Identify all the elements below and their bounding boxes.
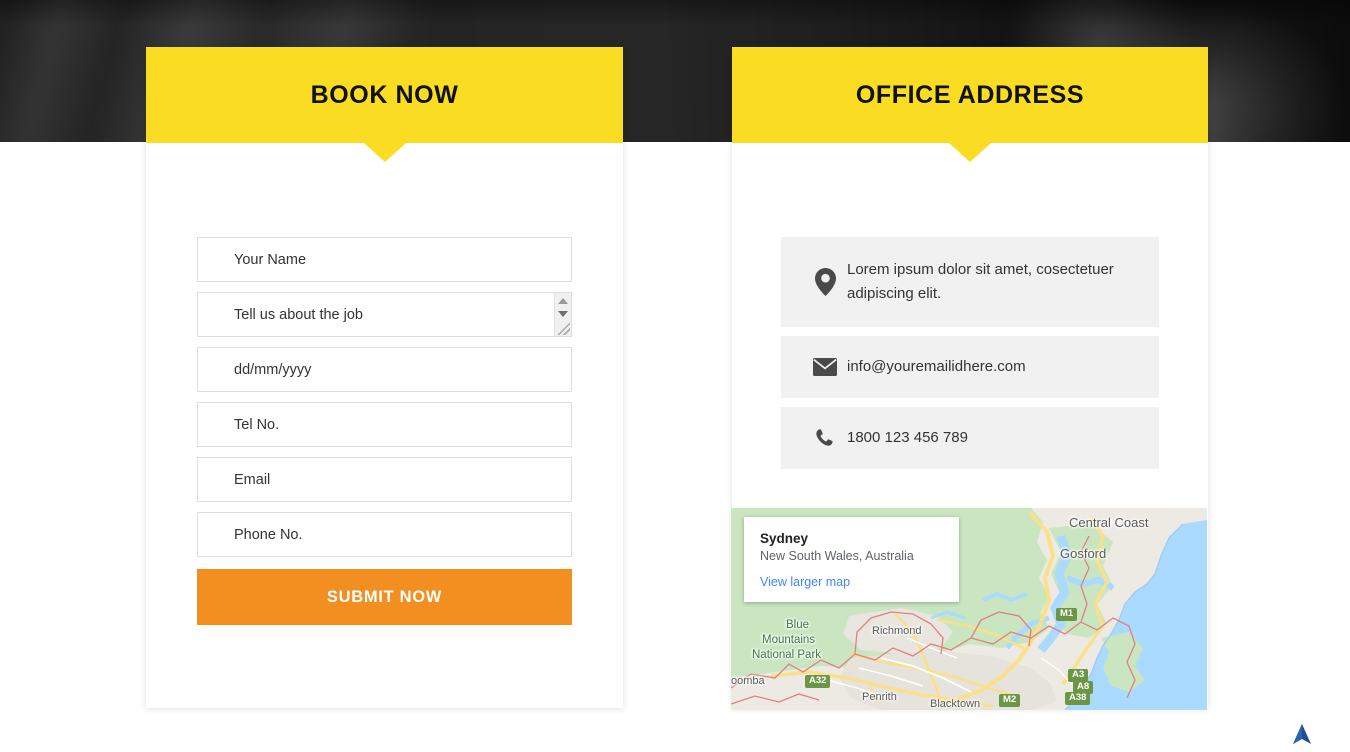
textarea-scrollbar[interactable] [554, 293, 571, 336]
envelope-icon [803, 358, 847, 376]
phone-row: 1800 123 456 789 [781, 407, 1159, 469]
submit-now-button[interactable]: SUBMIT NOW [197, 569, 572, 625]
map-location-region: New South Wales, Australia [760, 549, 914, 563]
date-input[interactable]: dd/mm/yyyy [197, 347, 572, 392]
map-place-label: Central Coast [1069, 515, 1149, 530]
office-panel-title: OFFICE ADDRESS [855, 80, 1085, 109]
booking-form: Your Name Tell us about the job dd/mm/yy… [146, 143, 623, 625]
scroll-down-arrow-icon[interactable] [558, 311, 568, 317]
address-text: Lorem ipsum dolor sit amet, cosectetuer … [847, 260, 1114, 302]
office-contact-list: Lorem ipsum dolor sit amet, cosectetuer … [732, 143, 1208, 469]
map-park-label: Mountains [762, 634, 816, 646]
email-row: info@youremailidhere.com [781, 336, 1159, 398]
textarea-resize-handle-icon[interactable] [558, 323, 570, 335]
email-input[interactable]: Email [197, 457, 572, 502]
map-place-label: oomba [731, 675, 765, 687]
office-panel-header: OFFICE ADDRESS [732, 47, 1208, 162]
your-name-input[interactable]: Your Name [197, 237, 572, 282]
header-notch-triangle [363, 143, 406, 162]
address-row: Lorem ipsum dolor sit amet, cosectetuer … [781, 237, 1159, 327]
header-notch-triangle [949, 143, 991, 162]
view-larger-map-link[interactable]: View larger map [760, 575, 943, 589]
booking-panel: BOOK NOW Your Name Tell us about the job… [146, 47, 623, 708]
phone-text: 1800 123 456 789 [847, 428, 968, 446]
map-place-label: Blacktown [930, 698, 981, 710]
map-pin-icon [803, 268, 847, 296]
phone-input[interactable]: Phone No. [197, 512, 572, 557]
road-shield-a38: A38 [1065, 692, 1091, 706]
phone-icon [803, 428, 847, 448]
map-place-label: Gosford [1060, 546, 1107, 561]
email-text: info@youremailidhere.com [847, 357, 1026, 375]
contact-page: BOOK NOW Your Name Tell us about the job… [0, 0, 1350, 752]
map-location-title: Sydney [760, 531, 809, 546]
tel-input[interactable]: Tel No. [197, 402, 572, 447]
map-info-card: Sydney New South Wales, Australia View l… [744, 517, 959, 602]
job-detail-textarea[interactable]: Tell us about the job [197, 292, 572, 337]
road-shield-a32: A32 [805, 675, 831, 689]
booking-panel-title: BOOK NOW [310, 80, 459, 109]
map-park-label: Blue [786, 619, 810, 631]
scroll-up-arrow-icon[interactable] [558, 298, 568, 304]
road-shield-m1: M1 [1056, 608, 1078, 622]
job-detail-placeholder: Tell us about the job [234, 306, 363, 323]
map-place-label: Richmond [872, 625, 922, 637]
map-park-label: National Park [752, 649, 822, 661]
map-place-label: Penrith [862, 691, 897, 703]
scroll-to-top-arrow-icon[interactable] [1290, 722, 1314, 746]
google-map-embed[interactable]: Central Coast Gosford Richmond Penrith B… [731, 508, 1207, 710]
booking-panel-header: BOOK NOW [146, 47, 623, 162]
road-shield-m2: M2 [999, 694, 1021, 708]
